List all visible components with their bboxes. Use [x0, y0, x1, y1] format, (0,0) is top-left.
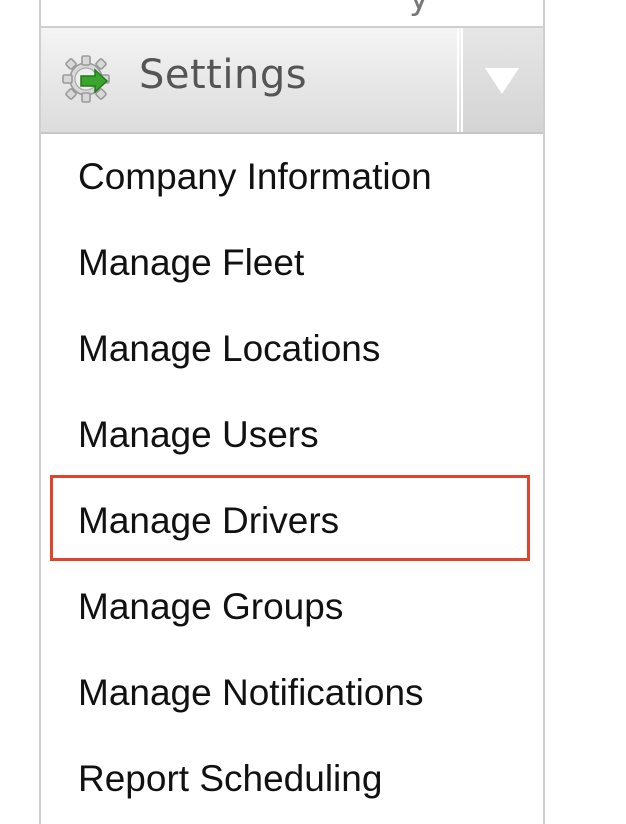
chevron-down-icon	[485, 68, 519, 94]
menu-item-manage-groups[interactable]: Manage Groups	[41, 564, 543, 650]
settings-header[interactable]: Settings	[41, 28, 543, 134]
settings-dropdown-toggle[interactable]	[461, 28, 543, 132]
cutoff-text-fragment: y	[409, 0, 429, 18]
menu-item-label: Manage Fleet	[78, 242, 305, 283]
gear-icon	[62, 55, 110, 103]
settings-panel: y Settings	[39, 0, 545, 824]
menu-item-manage-locations[interactable]: Manage Locations	[41, 306, 543, 392]
menu-item-report-scheduling[interactable]: Report Scheduling	[41, 736, 543, 822]
menu-item-label: Report Scheduling	[78, 758, 383, 799]
settings-title: Settings	[139, 52, 308, 98]
settings-header-main[interactable]: Settings	[41, 28, 459, 132]
menu-item-label: Manage Drivers	[78, 500, 340, 541]
menu-item-manage-fleet[interactable]: Manage Fleet	[41, 220, 543, 306]
menu-item-manage-notifications[interactable]: Manage Notifications	[41, 650, 543, 736]
menu-item-manage-drivers[interactable]: Manage Drivers	[41, 478, 543, 564]
menu-item-label: Manage Users	[78, 414, 319, 455]
menu-item-label: Manage Groups	[78, 586, 344, 627]
menu-item-manage-users[interactable]: Manage Users	[41, 392, 543, 478]
previous-menu-item-cutoff: y	[41, 0, 543, 28]
menu-item-label: Manage Locations	[78, 328, 381, 369]
menu-item-company-information[interactable]: Company Information	[41, 134, 543, 220]
menu-item-label: Manage Notifications	[78, 672, 424, 713]
menu-item-label: Company Information	[78, 156, 432, 197]
